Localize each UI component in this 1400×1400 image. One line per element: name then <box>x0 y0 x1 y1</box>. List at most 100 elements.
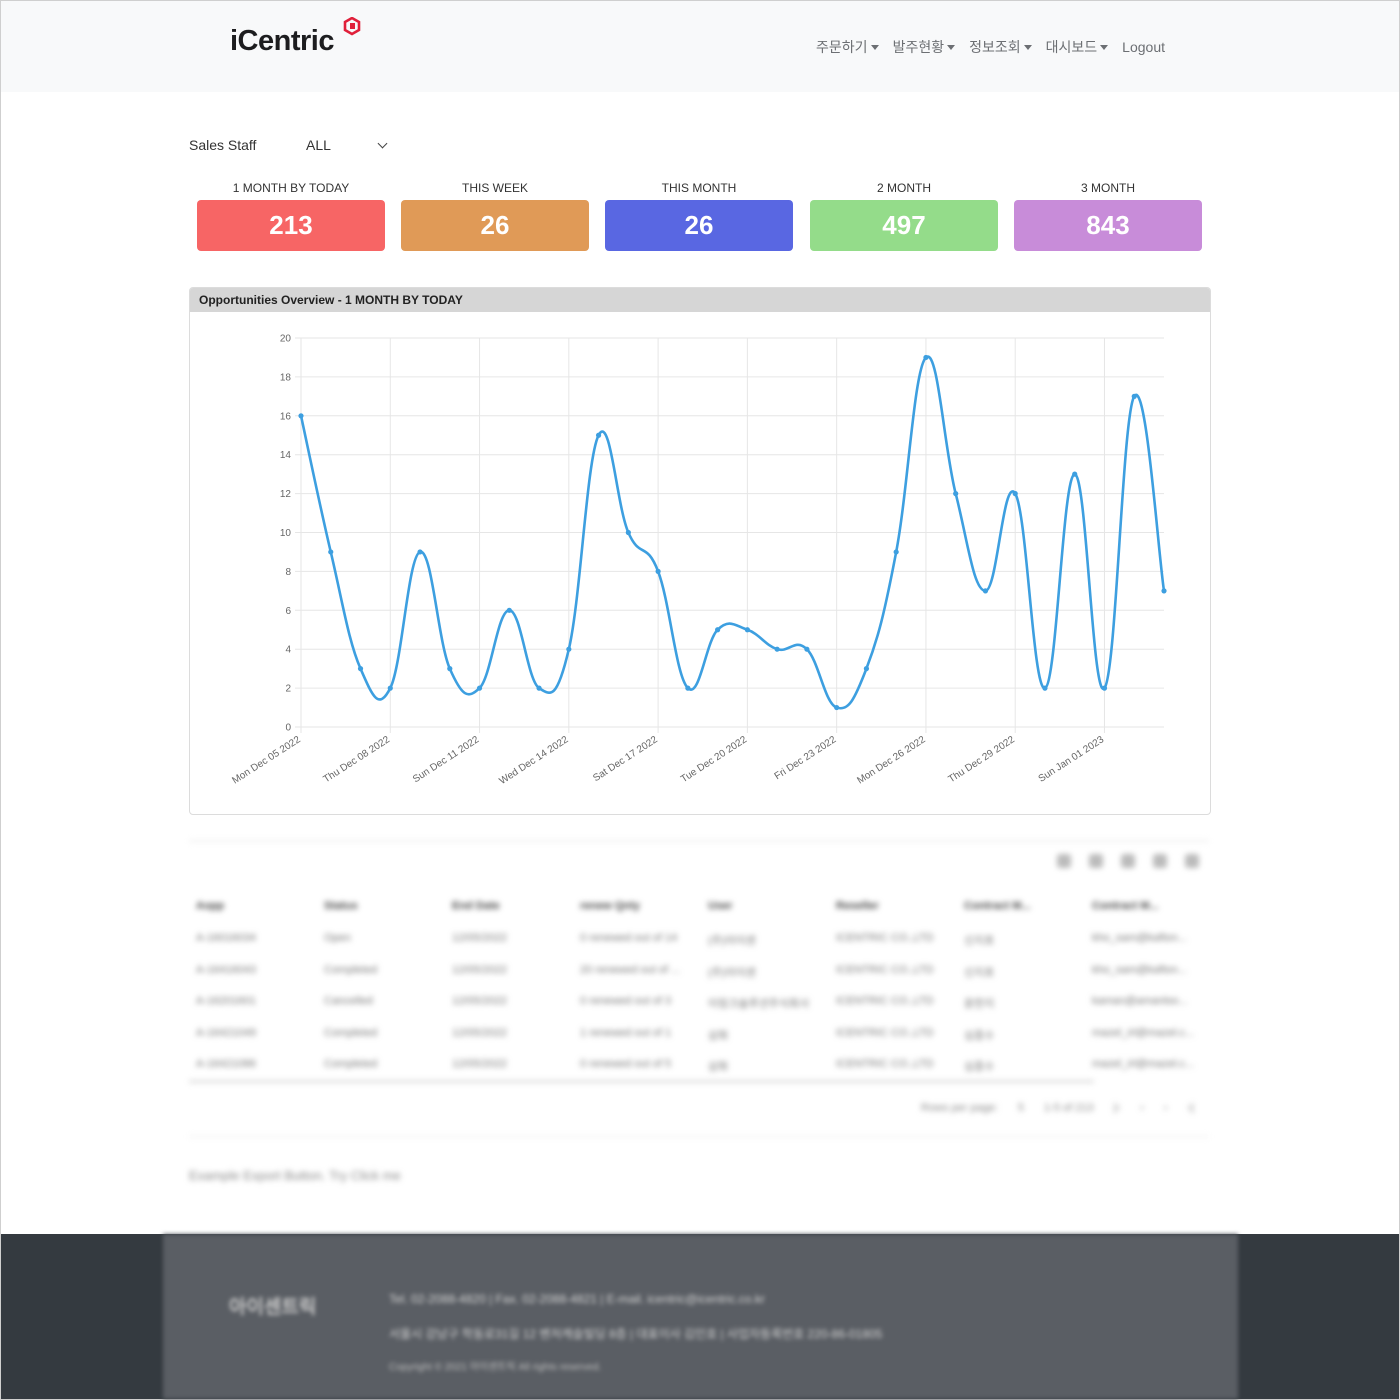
nav-dashboard[interactable]: 대시보드 <box>1046 37 1109 57</box>
y-tick-label: 8 <box>285 567 291 578</box>
download-icon[interactable] <box>1185 854 1199 868</box>
column-header[interactable]: End Date <box>452 900 570 912</box>
table-row[interactable]: A-16416043 Completed 12/05/2022 20 renewed … <box>189 956 1209 986</box>
table-cell: 윤한지 <box>964 998 995 1010</box>
table-cell: Completed <box>324 963 378 976</box>
table-header-row: Aopp Status End Date renew Qnty User Reseller… <box>189 892 1209 922</box>
table-cell: 12/05/2022 <box>452 995 508 1007</box>
table-cell: 12/05/2022 <box>452 932 508 944</box>
first-page-icon[interactable]: |‹ <box>1114 1102 1121 1114</box>
table-cell: A-16201601 <box>196 995 256 1007</box>
footer-copyright: Copyright © 2021 아이센트릭 All rights reserv… <box>389 1362 602 1373</box>
data-point <box>476 685 483 691</box>
x-tick-label: Thu Dec 29 2022 <box>947 734 1018 785</box>
sales-staff-select[interactable]: ALL <box>306 137 390 155</box>
data-point <box>685 685 691 691</box>
table-row[interactable]: A-16421049 Completed 12/05/2022 1 renewed o… <box>189 1019 1209 1049</box>
table-row[interactable]: A-16421086 Completed 12/05/2022 0 renewed o… <box>189 1050 1209 1080</box>
data-point <box>357 666 364 672</box>
y-tick-label: 12 <box>280 489 292 500</box>
column-header[interactable]: renew Qnty <box>580 900 698 912</box>
data-point <box>774 646 780 652</box>
data-point <box>625 529 631 536</box>
nav-order-label: 주문하기 <box>816 39 868 55</box>
table-toolbar <box>1057 854 1199 868</box>
table-cell: 신지호 <box>964 966 995 979</box>
last-page-icon[interactable]: ›| <box>1187 1102 1194 1114</box>
kpi-value[interactable]: 26 <box>401 200 589 251</box>
column-header[interactable]: Contract M... <box>1092 900 1210 912</box>
column-header[interactable]: Aopp <box>196 900 314 912</box>
prev-page-icon[interactable]: ‹ <box>1140 1102 1144 1114</box>
data-point <box>923 354 929 361</box>
y-tick-label: 6 <box>285 606 291 617</box>
table-cell: 이링크솔루션주식회사 <box>708 998 810 1010</box>
table-cell: A-16416043 <box>196 963 256 976</box>
nav-purchase-status[interactable]: 발주현황 <box>893 37 956 57</box>
column-header[interactable]: Status <box>324 900 442 912</box>
filter-icon[interactable] <box>1089 854 1103 868</box>
table-cell: 12/05/2022 <box>452 963 508 976</box>
nav-order[interactable]: 주문하기 <box>816 37 879 57</box>
data-point <box>1042 685 1048 691</box>
x-tick-label: Thu Dec 08 2022 <box>322 734 393 785</box>
kpi-title: 1 MONTH BY TODAY <box>232 181 350 195</box>
data-point <box>595 432 602 438</box>
opportunities-table: Aopp Status End Date renew Qnty User Reseller… <box>189 840 1209 1138</box>
sales-staff-value: ALL <box>306 137 331 153</box>
y-tick-label: 0 <box>285 723 291 734</box>
kpi-title: THIS MONTH <box>661 181 737 195</box>
logo-mark-icon <box>343 17 361 36</box>
table-cell: 신지호 <box>964 935 995 947</box>
data-point <box>744 627 750 633</box>
export-button[interactable]: Example Export Button. Try Click me <box>189 1168 401 1183</box>
x-tick-label: Sat Dec 17 2022 <box>591 734 660 784</box>
x-tick-label: Wed Dec 14 2022 <box>497 734 570 787</box>
nav-info[interactable]: 정보조회 <box>969 37 1032 57</box>
print-icon[interactable] <box>1153 854 1167 868</box>
kpi-value[interactable]: 213 <box>197 200 385 251</box>
data-point <box>387 685 393 691</box>
data-point <box>447 666 453 672</box>
rows-per-page-select[interactable]: 5 <box>1018 1102 1024 1114</box>
pagination-range: 1-5 of 213 <box>1044 1102 1094 1114</box>
line-chart: 0 2 4 6 8 10 12 14 16 18 20 Mon Dec 05 2022 Thu Dec … <box>230 334 1167 787</box>
nav-dashboard-label: 대시보드 <box>1045 39 1098 55</box>
next-page-icon[interactable]: › <box>1164 1102 1168 1114</box>
column-header[interactable]: Contract M... <box>964 900 1082 912</box>
nav-info-label: 정보조회 <box>969 39 1021 55</box>
top-navbar: iCentric 주문하기 발주현황 정보조회 대시보드 Logout <box>1 1 1399 92</box>
data-point <box>715 627 721 633</box>
kpi-value[interactable]: 843 <box>1014 200 1202 251</box>
table-cell: 0 renewed out of 3 <box>580 995 672 1007</box>
column-header[interactable]: User <box>708 900 826 912</box>
kpi-3-month: 3 MONTH 843 <box>1014 180 1202 251</box>
sales-staff-label: Sales Staff <box>189 137 257 153</box>
footer-brand: 아이센트릭 <box>229 1297 317 1318</box>
column-header[interactable]: Reseller <box>836 900 954 912</box>
table-cell: Cancelled <box>324 995 373 1007</box>
table-scrollbar[interactable] <box>189 1080 1094 1083</box>
kpi-1-month: 1 MONTH BY TODAY 213 <box>197 180 385 251</box>
table-row[interactable]: A-16016034 Open 12/05/2022 0 renewed out of… <box>189 924 1209 954</box>
table-cell: mazel_irl@mazel.c... <box>1092 1058 1195 1070</box>
chart-card-title: Opportunities Overview - 1 MONTH BY TODA… <box>190 288 1210 312</box>
search-icon[interactable] <box>1057 854 1071 868</box>
table-cell: 삼화 <box>708 1061 729 1073</box>
footer-address: 서울시 강남구 학동로31길 12 벤처캐슬빌딩 8층 | 대표이사 김인호 |… <box>389 1327 883 1341</box>
data-point <box>298 413 304 419</box>
logout-link[interactable]: Logout <box>1122 37 1165 57</box>
kpi-value[interactable]: 26 <box>605 200 793 251</box>
data-point <box>506 607 512 613</box>
table-row[interactable]: A-16201601 Cancelled 12/05/2022 0 renewed o… <box>189 987 1209 1017</box>
table-cell: kho_sam@kafton... <box>1092 963 1187 976</box>
logo[interactable]: iCentric <box>230 25 334 58</box>
kpi-value[interactable]: 497 <box>810 200 998 251</box>
table-top-border <box>189 840 1209 842</box>
y-tick-label: 16 <box>280 411 292 422</box>
footer-inner: 아이센트릭 Tel. 02-2088-4820 | Fax. 02-2088-4… <box>163 1234 1238 1399</box>
table-cell: A-16421049 <box>196 1026 256 1039</box>
data-point <box>328 549 334 555</box>
columns-icon[interactable] <box>1121 854 1135 868</box>
y-tick-label: 20 <box>280 334 292 345</box>
